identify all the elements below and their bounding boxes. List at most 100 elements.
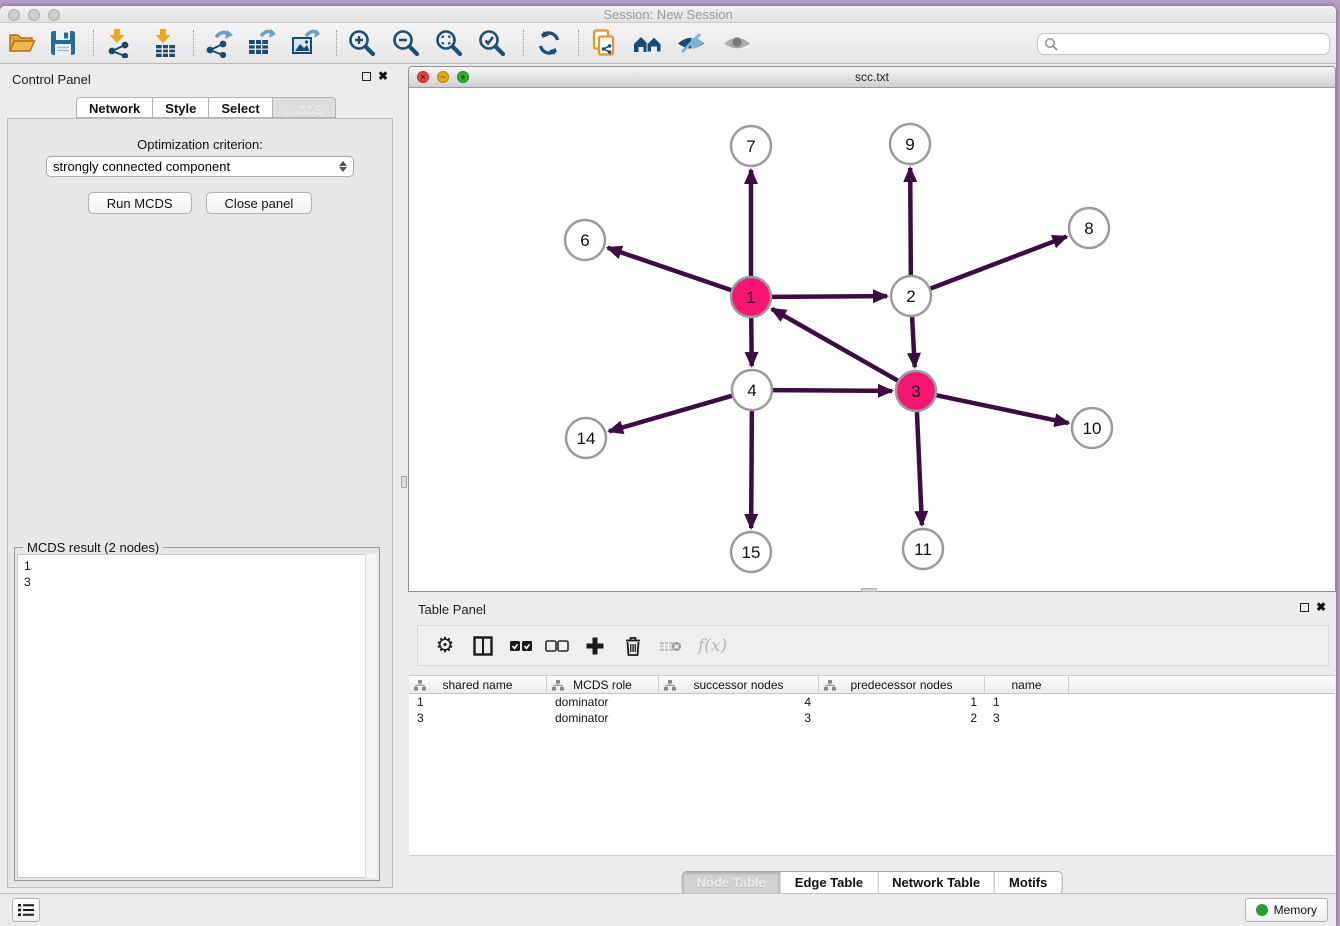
control-panel-title: Control Panel — [12, 72, 91, 87]
table-cell[interactable]: 3 — [659, 710, 819, 726]
zoom-selected-icon — [477, 28, 507, 58]
graph-edge-3-10[interactable] — [937, 395, 1069, 423]
graph-node-1[interactable]: 1 — [731, 277, 771, 317]
add-column-button[interactable] — [580, 631, 610, 661]
zoom-in-icon — [347, 28, 377, 58]
graph-node-4[interactable]: 4 — [732, 370, 772, 410]
tab-edge-table[interactable]: Edge Table — [780, 872, 877, 894]
graph-edge-4-14[interactable] — [609, 396, 732, 432]
graph-node-14[interactable]: 14 — [566, 418, 606, 458]
hide-selected-button[interactable] — [673, 25, 709, 61]
table-cell[interactable]: 3 — [409, 710, 547, 726]
table-body[interactable]: 1dominator4113dominator323 — [409, 694, 1335, 856]
sort-icon — [552, 680, 564, 691]
graph-edge-2-3[interactable] — [912, 317, 915, 367]
search-input[interactable] — [1058, 35, 1329, 53]
zoom-out-button[interactable] — [388, 25, 424, 61]
result-scrollbar[interactable] — [365, 554, 377, 878]
graph-node-10[interactable]: 10 — [1072, 408, 1112, 448]
run-mcds-button[interactable]: Run MCDS — [88, 192, 192, 214]
select-all-button[interactable] — [506, 631, 536, 661]
table-row[interactable]: 1dominator411 — [409, 694, 1335, 710]
task-history-button[interactable] — [12, 898, 40, 922]
graph-edge-1-6[interactable] — [608, 248, 731, 290]
graph-edge-2-9[interactable] — [910, 168, 911, 275]
export-image-button[interactable] — [287, 25, 323, 61]
table-cell[interactable]: 1 — [985, 694, 1069, 710]
graph-edge-3-11[interactable] — [917, 412, 922, 525]
table-row[interactable]: 3dominator323 — [409, 710, 1335, 726]
tab-style[interactable]: Style — [153, 97, 209, 118]
import-table-button[interactable] — [147, 25, 183, 61]
column-header-successor-nodes[interactable]: successor nodes — [659, 676, 819, 693]
table-cell[interactable]: dominator — [547, 710, 659, 726]
table-cell[interactable]: 1 — [409, 694, 547, 710]
tab-select[interactable]: Select — [209, 97, 272, 118]
graph-node-6[interactable]: 6 — [565, 220, 605, 260]
zoom-in-button[interactable] — [344, 25, 380, 61]
app-titlebar[interactable]: Session: New Session — [0, 6, 1336, 23]
export-table-button[interactable] — [243, 25, 279, 61]
close-table-panel-icon[interactable]: ✖ — [1316, 602, 1326, 612]
table-settings-button[interactable]: ⚙ — [430, 631, 460, 661]
graph-edge-2-8[interactable] — [931, 237, 1067, 289]
column-header-predecessor-nodes[interactable]: predecessor nodes — [819, 676, 985, 693]
network-canvas[interactable]: 7 9 6 8 1 2 4 3 14 10 15 11 — [409, 88, 1335, 591]
criterion-dropdown[interactable]: strongly connected component — [46, 156, 354, 177]
table-cell[interactable]: 1 — [819, 694, 985, 710]
panel-divider[interactable] — [400, 64, 408, 893]
first-neighbors-button[interactable] — [630, 25, 666, 61]
tab-network[interactable]: Network — [76, 97, 153, 118]
function-builder-button[interactable]: f(x) — [698, 636, 727, 656]
close-panel-icon[interactable]: ✖ — [378, 71, 388, 81]
graph-edge-1-2[interactable] — [772, 296, 887, 297]
open-session-button[interactable] — [4, 25, 40, 61]
graph-node-label: 3 — [911, 382, 920, 401]
delete-column-button[interactable] — [656, 631, 686, 661]
clone-network-button[interactable] — [586, 25, 622, 61]
graph-node-7[interactable]: 7 — [731, 126, 771, 166]
graph-node-8[interactable]: 8 — [1069, 208, 1109, 248]
import-network-icon — [104, 28, 134, 58]
zoom-selected-button[interactable] — [474, 25, 510, 61]
frame-resize-grip[interactable] — [861, 588, 877, 592]
deselect-all-button[interactable] — [542, 631, 572, 661]
import-network-button[interactable] — [101, 25, 137, 61]
tab-node-table[interactable]: Node Table — [683, 872, 780, 894]
graph-edge-1-4[interactable] — [751, 318, 752, 366]
export-network-button[interactable] — [200, 25, 236, 61]
zoom-fit-button[interactable] — [431, 25, 467, 61]
column-view-button[interactable] — [468, 631, 498, 661]
tab-motifs[interactable]: Motifs — [994, 872, 1061, 894]
graph-node-9[interactable]: 9 — [890, 124, 930, 164]
graph-node-15[interactable]: 15 — [731, 532, 771, 572]
table-cell[interactable]: 2 — [819, 710, 985, 726]
graph-edge-4-3[interactable] — [773, 390, 892, 391]
memory-button[interactable]: Memory — [1245, 898, 1328, 922]
column-header-label: successor nodes — [693, 678, 783, 692]
float-table-panel-icon[interactable] — [1300, 603, 1309, 612]
table-cell[interactable]: 4 — [659, 694, 819, 710]
table-cell[interactable]: dominator — [547, 694, 659, 710]
graph-node-3[interactable]: 3 — [896, 371, 936, 411]
float-panel-icon[interactable] — [362, 72, 371, 81]
show-hidden-button[interactable] — [719, 25, 755, 61]
column-header-shared-name[interactable]: shared name — [409, 676, 547, 693]
divider-grip-icon[interactable] — [401, 476, 407, 488]
graph-edge-3-1[interactable] — [772, 309, 898, 381]
table-cell[interactable]: 3 — [985, 710, 1069, 726]
column-header-mcds-role[interactable]: MCDS role — [547, 676, 659, 693]
close-panel-button[interactable]: Close panel — [206, 192, 313, 214]
column-header-name[interactable]: name — [985, 676, 1069, 693]
mcds-result-text[interactable]: 1 3 — [17, 554, 377, 878]
tab-mcds[interactable]: MCDS — [273, 97, 336, 118]
refresh-button[interactable] — [531, 25, 567, 61]
save-icon — [48, 28, 78, 58]
graph-node-11[interactable]: 11 — [903, 529, 943, 569]
graph-edge-4-15[interactable] — [751, 411, 752, 528]
network-frame-titlebar[interactable]: × − + scc.txt — [409, 67, 1335, 88]
graph-node-2[interactable]: 2 — [891, 276, 931, 316]
delete-row-button[interactable] — [618, 631, 648, 661]
save-session-button[interactable] — [45, 25, 81, 61]
tab-network-table[interactable]: Network Table — [877, 872, 994, 894]
